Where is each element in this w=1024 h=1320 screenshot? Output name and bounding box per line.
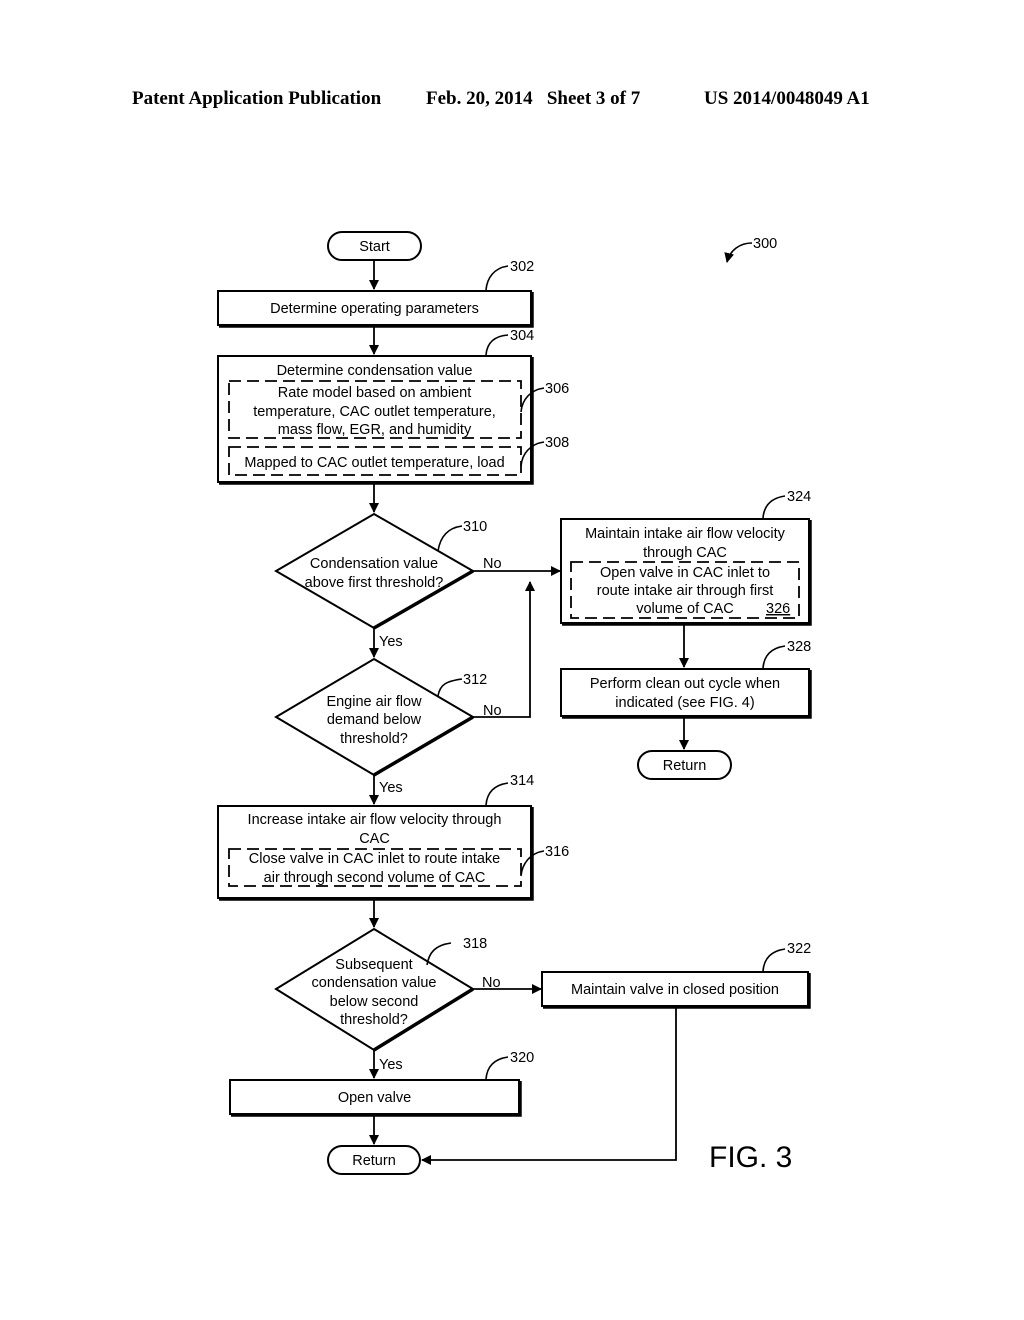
ref-label: 300	[753, 236, 777, 252]
figure-label: FIG. 3	[709, 1141, 792, 1174]
ref-306: 306	[545, 381, 569, 397]
step-314-line-1: Increase intake air flow velocity throug…	[248, 812, 502, 828]
ref-318: 318	[463, 936, 487, 952]
step-302-determine-operating-parameters: Determine operating parameters 302	[217, 259, 534, 328]
start-terminal: Start	[327, 231, 422, 261]
step-304-title: Determine condensation value	[277, 363, 473, 379]
ref-322: 322	[787, 941, 811, 957]
substep-326-line-3: volume of CAC	[636, 601, 734, 617]
decision-310-condensation-above-first-threshold: Condensation value above first threshold…	[274, 512, 487, 630]
substep-326-line-2: route intake air through first	[597, 583, 774, 599]
substep-306-line-2: temperature, CAC outlet temperature,	[253, 404, 496, 420]
ref-302: 302	[510, 259, 534, 275]
substep-316-line-1: Close valve in CAC inlet to route intake	[249, 851, 500, 867]
step-324-line-2: through CAC	[643, 545, 727, 561]
ref-312: 312	[463, 672, 487, 688]
decision-318-subsequent-condensation: Subsequent condensation value below seco…	[274, 927, 487, 1052]
ref-326: 326	[766, 601, 790, 617]
ref-324: 324	[787, 489, 811, 505]
flowchart: 300 Start Determine operating parameters…	[217, 231, 812, 1175]
ref-310: 310	[463, 519, 487, 535]
step-314-line-2: CAC	[359, 831, 390, 847]
decision-312-line-3: threshold?	[340, 731, 408, 747]
step-322-maintain-valve-closed: Maintain valve in closed position 322	[541, 941, 811, 1009]
ref-314: 314	[510, 773, 534, 789]
decision-312-line-1: Engine air flow	[326, 694, 422, 710]
substep-306-line-1: Rate model based on ambient	[278, 385, 471, 401]
step-328-clean-out-cycle: Perform clean out cycle when indicated (…	[560, 639, 812, 719]
decision-318-line-1: Subsequent	[335, 957, 412, 973]
return-right-label: Return	[663, 758, 707, 774]
ref-316: 316	[545, 844, 569, 860]
substep-306-line-3: mass flow, EGR, and humidity	[278, 422, 472, 438]
substep-326-line-1: Open valve in CAC inlet to	[600, 565, 770, 581]
step-304-determine-condensation-value: Determine condensation value 304 Rate mo…	[217, 328, 569, 485]
step-324-line-1: Maintain intake air flow velocity	[585, 526, 786, 542]
substep-316-line-2: air through second volume of CAC	[264, 870, 486, 886]
ref-328: 328	[787, 639, 811, 655]
substep-308-text: Mapped to CAC outlet temperature, load	[244, 455, 504, 471]
decision-318-line-2: condensation value	[312, 975, 437, 991]
return-terminal-left: Return	[327, 1145, 421, 1175]
step-322-text: Maintain valve in closed position	[571, 982, 779, 998]
decision-310-line-2: above first threshold?	[305, 575, 444, 591]
edge-label-310-no: No	[483, 556, 502, 572]
start-label: Start	[359, 239, 390, 255]
decision-318-line-4: threshold?	[340, 1012, 408, 1028]
ref-304: 304	[510, 328, 534, 344]
return-terminal-right: Return	[637, 750, 732, 780]
edge-label-310-yes: Yes	[379, 634, 403, 650]
decision-312-line-2: demand below	[327, 712, 422, 728]
decision-318-line-3: below second	[330, 994, 419, 1010]
step-324-maintain-intake-air-flow: Maintain intake air flow velocity throug…	[560, 489, 812, 626]
return-left-label: Return	[352, 1153, 396, 1169]
edge-label-318-yes: Yes	[379, 1057, 403, 1073]
step-302-text: Determine operating parameters	[270, 301, 479, 317]
arrow-312-324	[473, 581, 535, 718]
figure-ref-300: 300	[724, 236, 777, 263]
decision-310-line-1: Condensation value	[310, 556, 438, 572]
ref-320: 320	[510, 1050, 534, 1066]
ref-308: 308	[545, 435, 569, 451]
step-328-line-2: indicated (see FIG. 4)	[615, 695, 754, 711]
decision-312-engine-air-flow-demand: Engine air flow demand below threshold? …	[274, 657, 487, 777]
step-328-line-1: Perform clean out cycle when	[590, 676, 780, 692]
edge-label-312-yes: Yes	[379, 780, 403, 796]
step-320-text: Open valve	[338, 1090, 411, 1106]
